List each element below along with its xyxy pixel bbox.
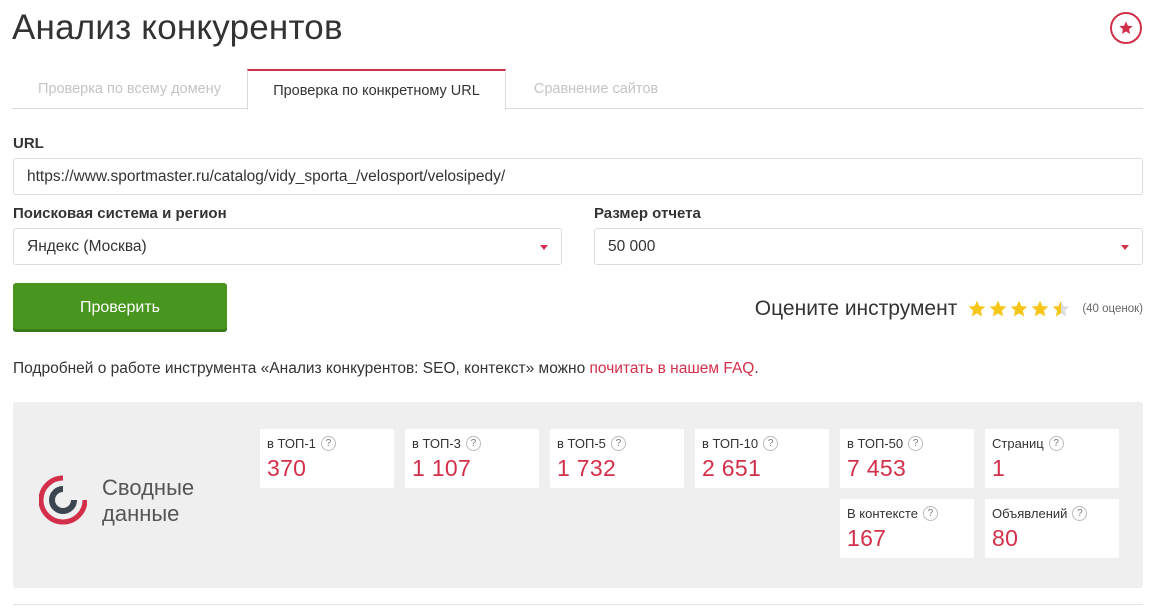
question-circle-icon[interactable]: ? (320, 436, 336, 451)
check-button[interactable]: Проверить (13, 283, 227, 332)
size-label: Размер отчета (594, 205, 701, 222)
stat-card-top1: в ТОП-1? 370 (260, 429, 394, 488)
question-circle-icon[interactable]: ? (465, 436, 481, 451)
stat-card-top50: в ТОП-50? 7 453 (840, 429, 974, 488)
stat-card-top10: в ТОП-10? 2 651 (695, 429, 829, 488)
ring-logo-icon (39, 475, 87, 525)
stat-value: 7 453 (847, 455, 907, 481)
question-circle-icon[interactable]: ? (763, 436, 779, 451)
size-select-value: 50 000 (608, 237, 656, 255)
info-text-body: Подробней о работе инструмента «Анализ к… (13, 360, 590, 377)
stat-value: 370 (267, 455, 307, 481)
engine-select[interactable]: Яндекс (Москва) (13, 228, 562, 265)
favorite-button[interactable] (1110, 12, 1142, 44)
info-text: Подробней о работе инструмента «Анализ к… (13, 360, 759, 378)
stat-label: в ТОП-10 (702, 436, 759, 451)
question-circle-icon[interactable]: ? (610, 436, 626, 451)
page-title: Анализ конкурентов (12, 8, 343, 47)
stat-card-top5: в ТОП-5? 1 732 (550, 429, 684, 488)
tab-url[interactable]: Проверка по конкретному URL (247, 69, 506, 110)
stat-label: в ТОП-1 (267, 436, 316, 451)
summary-panel: Сводные данные в ТОП-1? 370 в ТОП-3? 1 1… (13, 402, 1143, 588)
rating-stars (967, 299, 1072, 319)
stat-label: в ТОП-3 (412, 436, 461, 451)
star-icon (1119, 21, 1133, 34)
url-input[interactable]: https://www.sportmaster.ru/catalog/vidy_… (13, 158, 1143, 195)
stat-card-ads: Объявлений? 80 (985, 499, 1119, 558)
rating-count: (40 оценок) (1082, 303, 1143, 315)
star-icon[interactable] (1030, 299, 1050, 319)
stat-label: в ТОП-50 (847, 436, 904, 451)
star-icon[interactable] (1051, 299, 1071, 319)
caret-down-icon (1121, 245, 1129, 250)
url-label: URL (13, 135, 44, 152)
divider (13, 604, 1143, 605)
tab-domain[interactable]: Проверка по всему домену (12, 69, 247, 109)
summary-title-line1: Сводные (102, 475, 195, 500)
size-select[interactable]: 50 000 (594, 228, 1143, 265)
stat-value: 1 732 (557, 455, 617, 481)
engine-label: Поисковая система и регион (13, 205, 227, 222)
tab-bar: Проверка по всему домену Проверка по кон… (12, 69, 1143, 110)
stat-label: Объявлений (992, 506, 1068, 521)
star-icon[interactable] (988, 299, 1008, 319)
question-circle-icon[interactable]: ? (908, 436, 924, 451)
stat-label: Страниц (992, 436, 1044, 451)
star-icon[interactable] (1009, 299, 1029, 319)
stat-value: 80 (992, 525, 1019, 551)
summary-title-line2: данные (102, 501, 180, 526)
stat-value: 167 (847, 525, 887, 551)
stat-card-context: В контексте? 167 (840, 499, 974, 558)
question-circle-icon[interactable]: ? (1048, 436, 1064, 451)
stat-label: в ТОП-5 (557, 436, 606, 451)
stat-value: 1 107 (412, 455, 472, 481)
info-text-suffix: . (754, 360, 759, 377)
stat-card-pages: Страниц? 1 (985, 429, 1119, 488)
caret-down-icon (540, 245, 548, 250)
stat-value: 2 651 (702, 455, 762, 481)
star-icon[interactable] (967, 299, 987, 319)
rating-title: Оцените инструмент (754, 297, 958, 320)
stat-card-top3: в ТОП-3? 1 107 (405, 429, 539, 488)
stat-label: В контексте (847, 506, 918, 521)
summary-title: Сводные данные (102, 475, 194, 527)
tab-compare[interactable]: Сравнение сайтов (506, 69, 686, 109)
stat-value: 1 (992, 455, 1006, 481)
url-input-value: https://www.sportmaster.ru/catalog/vidy_… (27, 167, 506, 185)
question-circle-icon[interactable]: ? (1072, 506, 1088, 521)
question-circle-icon[interactable]: ? (922, 506, 938, 521)
faq-link[interactable]: почитать в нашем FAQ (590, 360, 755, 377)
rating-widget: Оцените инструмент (40 оценок) (755, 296, 1143, 322)
engine-select-value: Яндекс (Москва) (27, 237, 147, 255)
